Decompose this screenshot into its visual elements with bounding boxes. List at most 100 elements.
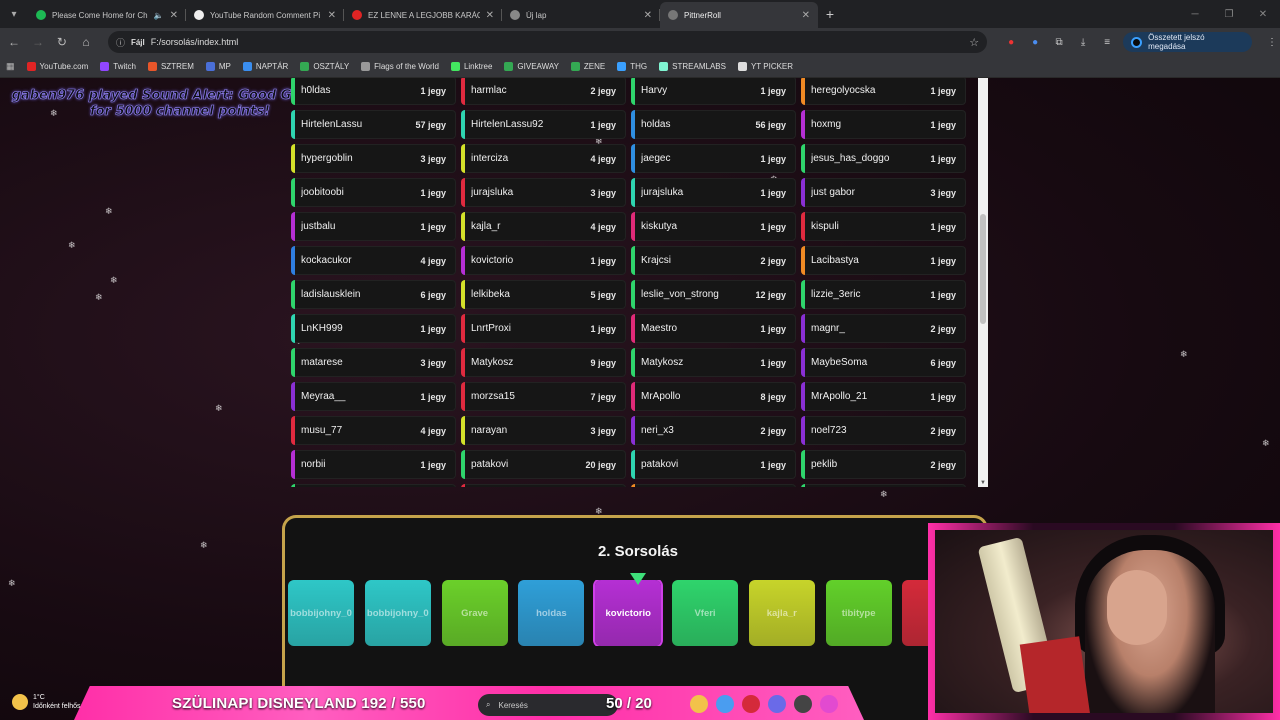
participant-name: joobitoobi [301,187,344,198]
participant-card: just gabor 3 jegy [801,178,966,207]
bookmark-item[interactable]: Linktree [450,62,492,71]
snowflake-icon: ❄ [110,275,118,285]
participant-name: patakovi [471,459,509,470]
weather-desc: Időnként felhős [33,703,81,710]
taskbar-chrome-icon[interactable] [716,695,734,713]
participant-card-partial [631,484,796,487]
tab-close-icon[interactable]: ✕ [486,10,494,21]
participant-card: patakovi 20 jegy [461,450,626,479]
participant-card: MrApollo 8 jegy [631,382,796,411]
taskbar-folder-icon[interactable] [690,695,708,713]
tab-audio-icon[interactable]: 🔈 [154,11,164,20]
tab-close-icon[interactable]: ✕ [328,10,336,21]
bookmark-item[interactable]: YT PICKER [737,62,793,71]
ticket-count: 1 jegy [760,357,786,368]
ticket-count: 7 jegy [590,391,616,402]
participant-card: jurajsluka 3 jegy [461,178,626,207]
bookmark-item[interactable]: NAPTÁR [242,62,288,71]
participant-card: Maestro 1 jegy [631,314,796,343]
participant-list: h0ldas 1 jegy harmlac 2 jegy Harvy 1 jegy here… [288,78,988,487]
bookmark-item[interactable]: Twitch [100,62,136,71]
download-icon[interactable]: ⤓ [1075,34,1091,50]
bookmark-favicon-icon [504,62,514,71]
taskbar-obs-icon[interactable] [794,695,812,713]
password-suggestion-chip[interactable]: Összetett jelszó megadása [1123,32,1253,52]
scheme-label: Fájl [130,37,145,47]
bookmark-star-icon[interactable]: ☆ [969,36,979,49]
url-text[interactable]: F:/sorsolás/index.html [151,37,964,47]
browser-tab[interactable]: Please Come Home for Chr 🔈 ✕ [28,2,186,28]
participant-name: kispuli [811,221,839,232]
scrollbar-thumb[interactable] [980,214,986,324]
participant-card: Lacibastya 1 jegy [801,246,966,275]
search-icon: ⌕ [486,700,491,709]
bookmark-label: OSZTÁLY [313,62,350,71]
bookmark-item[interactable]: Flags of the World [361,62,439,71]
taskbar-search[interactable]: ⌕ Keresés [478,694,618,716]
address-bar[interactable]: ⓘ Fájl F:/sorsolás/index.html ☆ [107,31,988,53]
bookmark-item[interactable]: GIVEAWAY [504,62,559,71]
participant-name: HirtelenLassu92 [471,119,544,130]
participant-card: Matykosz 1 jegy [631,348,796,377]
back-icon[interactable]: ← [2,30,26,54]
participant-name: norbii [301,459,326,470]
tab-title: PittnerRoll [684,10,721,20]
participant-card: heregolyocska 1 jegy [801,78,966,105]
maximize-icon[interactable]: ❐ [1212,0,1246,28]
participant-card: Matykosz 9 jegy [461,348,626,377]
participant-name: just gabor [811,187,855,198]
apps-grid-icon[interactable]: ▦ [6,61,15,72]
browser-tab[interactable]: EZ LENNE A LEGJOBB KARÁCS ✕ [344,2,502,28]
close-window-icon[interactable]: ✕ [1246,0,1280,28]
ticket-count: 12 jegy [755,289,786,300]
participant-card: lelkibeka 5 jegy [461,280,626,309]
bookmark-item[interactable]: SZTREM [147,62,194,71]
snowflake-icon: ❄ [215,403,223,413]
bookmark-item[interactable]: YouTube.com [26,62,88,71]
browser-tab[interactable]: YouTube Random Comment Pi ✕ [186,2,344,28]
bookmark-item[interactable]: OSZTÁLY [300,62,349,71]
tab-search-icon[interactable]: ▾ [0,0,28,28]
tab-close-icon[interactable]: ✕ [802,10,810,21]
ticket-count: 3 jegy [420,153,446,164]
extension-red-icon[interactable]: ● [1003,34,1019,50]
browser-tab[interactable]: Új lap ✕ [502,2,660,28]
search-placeholder: Keresés [498,700,528,710]
participant-name: hoxmg [811,119,842,130]
home-icon[interactable]: ⌂ [74,30,98,54]
bookmark-label: SZTREM [160,62,194,71]
bookmark-item[interactable]: ZENE [570,62,605,71]
menu-kebab-icon[interactable]: ⋮ [1264,34,1280,50]
bookmark-item[interactable]: THG [617,62,647,71]
browser-toolbar: ← → ↻ ⌂ ⓘ Fájl F:/sorsolás/index.html ☆ … [0,28,1280,56]
page-scrollbar[interactable]: ▼ [978,78,988,487]
ticket-count: 1 jegy [590,119,616,130]
browser-tab[interactable]: PittnerRoll ✕ [660,2,818,28]
window-controls: ─ ❐ ✕ [1178,0,1280,28]
extensions-puzzle-icon[interactable]: ⧉ [1051,34,1067,50]
ticket-count: 1 jegy [590,323,616,334]
participant-card: Meyraa__ 1 jegy [291,382,456,411]
bookmark-item[interactable]: MP [205,62,231,71]
tab-close-icon[interactable]: ✕ [644,10,652,21]
weather-widget[interactable]: 1°C Időnként felhős [12,693,80,711]
bookmark-item[interactable]: STREAMLABS [659,62,726,71]
taskbar-app-icon[interactable] [820,695,838,713]
new-tab-button[interactable]: + [818,6,842,22]
forward-icon[interactable]: → [26,30,50,54]
taskbar-opera-icon[interactable] [742,695,760,713]
minimize-icon[interactable]: ─ [1178,0,1212,28]
participant-card: justbalu 1 jegy [291,212,456,241]
info-icon[interactable]: ⓘ [116,36,125,49]
participant-name: Krajcsi [641,255,672,266]
scroll-down-icon[interactable]: ▼ [980,480,986,486]
reload-icon[interactable]: ↻ [50,30,74,54]
tab-close-icon[interactable]: ✕ [170,10,178,21]
taskbar-discord-icon[interactable] [768,695,786,713]
extension-blue-icon[interactable]: ● [1027,34,1043,50]
draw-slot: bobbijohny_0 [288,580,354,646]
media-control-icon[interactable]: ≡ [1099,34,1115,50]
ticket-count: 2 jegy [930,425,956,436]
bookmark-favicon-icon [300,62,310,71]
participant-name: lizzie_3eric [811,289,861,300]
